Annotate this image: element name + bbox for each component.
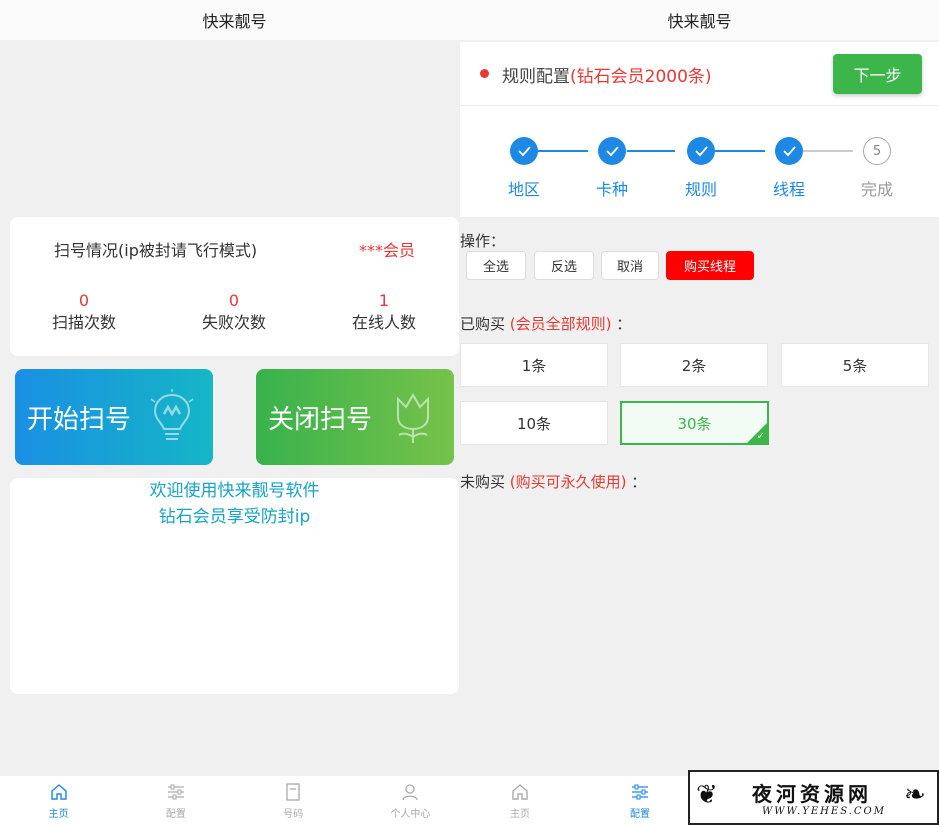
step-connector [803,150,853,152]
scan-status-card: 扫号情况(ip被封请飞行模式) ***会员 0 扫描次数 0 失败次数 1 在线… [10,217,459,356]
option-10[interactable]: 10条 [460,401,608,445]
app-title-bar: 快来靓号 [460,0,939,40]
step-label-region[interactable]: 地区 [494,176,554,200]
invert-selection-button[interactable]: 反选 [534,251,594,280]
step-connector [627,150,675,152]
nav-home[interactable]: 主页 [0,776,117,825]
document-icon [286,782,300,801]
user-icon [402,783,419,800]
watermark-title: 夜河资源网 [752,782,872,806]
option-30-selected[interactable]: 30条 ✓ [620,401,769,445]
nav-label: 配置 [165,808,186,820]
config-screen: 快来靓号 规则配置(钻石会员2000条) 下一步 5 地区 卡种 规则 线程 完… [460,0,939,825]
unpurchased-label: 未购买 (购买可永久使用) ： [460,471,646,492]
stat-fail-count: 0 失败次数 [174,291,294,335]
nav-home[interactable]: 主页 [460,776,580,825]
stat-value: 0 [78,291,90,310]
cancel-button[interactable]: 取消 [601,251,659,280]
red-dot-icon [480,69,489,78]
start-scan-button[interactable]: 开始扫号 [15,369,213,465]
operations-label: 操作： [460,232,506,250]
app-title: 快来靓号 [202,12,267,31]
step-number: 5 [863,137,891,165]
rule-config-title: 规则配置(钻石会员2000条) [502,62,712,87]
bottom-nav: 主页 配置 号码 个人中心 [0,776,469,825]
rule-title-highlight: (钻石会员2000条) [570,67,712,87]
option-5[interactable]: 5条 [781,343,929,387]
step-check-icon [775,137,803,165]
purchased-label: 已购买 (会员全部规则) ： [460,313,631,334]
step-connector [538,150,588,152]
stat-value: 0 [228,291,240,310]
stop-scan-button[interactable]: 关闭扫号 [256,369,454,465]
next-step-button[interactable]: 下一步 [833,54,922,94]
rule-title-text: 规则配置 [502,67,570,87]
stop-scan-label: 关闭扫号 [268,404,373,435]
unpurchased-suffix: ： [631,473,647,491]
stat-label: 在线人数 [351,313,416,332]
purchased-suffix: ： [616,315,632,333]
swirl-ornament-icon: ❦ [696,780,718,810]
option-2[interactable]: 2条 [620,343,768,387]
member-badge: ***会员 [358,241,415,260]
step-label-threads[interactable]: 线程 [759,176,819,200]
lightbulb-icon [150,389,194,440]
step-check-icon [510,137,538,165]
app-title: 快来靓号 [667,12,732,31]
unpurchased-highlight: (购买可永久使用) [509,473,627,491]
buy-threads-button[interactable]: 购买线程 [666,251,754,280]
nav-label: 配置 [630,808,650,820]
purchased-text: 已购买 [460,315,506,333]
nav-config[interactable]: 配置 [117,776,234,825]
welcome-text: 欢迎使用快来靓号软件 [149,481,320,501]
step-label-rules[interactable]: 规则 [671,176,731,200]
nav-label: 号码 [283,808,304,820]
start-scan-label: 开始扫号 [27,404,132,435]
step-connector [715,150,765,152]
step-check-icon [687,137,715,165]
welcome-card: 欢迎使用快来靓号软件 钻石会员享受防封ip [10,478,459,694]
step-label-card-type[interactable]: 卡种 [582,176,642,200]
step-check-icon [598,137,626,165]
watermark-url: WWW.YEHES.COM [762,806,886,817]
progress-steps: 5 地区 卡种 规则 线程 完成 [460,106,939,217]
unpurchased-text: 未购买 [460,473,506,491]
welcome-subtext: 钻石会员享受防封ip [158,507,311,527]
step-label-finish: 完成 [860,180,893,199]
stat-scan-count: 0 扫描次数 [24,291,144,335]
rule-config-header: 规则配置(钻石会员2000条) 下一步 [460,42,939,106]
tulip-icon [397,393,429,443]
nav-label: 个人中心 [390,808,431,820]
swirl-ornament-icon: ❧ [904,780,926,810]
option-1[interactable]: 1条 [460,343,608,387]
check-icon: ✓ [756,431,765,442]
select-all-button[interactable]: 全选 [466,251,526,280]
nav-label: 主页 [48,808,69,820]
sliders-icon [632,784,648,799]
home-screen: 快来靓号 扫号情况(ip被封请飞行模式) ***会员 0 扫描次数 0 失败次数… [0,0,469,825]
nav-profile[interactable]: 个人中心 [352,776,469,825]
stat-online-count: 1 在线人数 [324,291,444,335]
option-label: 30条 [677,414,712,433]
home-icon [50,783,67,800]
nav-numbers[interactable]: 号码 [235,776,352,825]
stat-label: 扫描次数 [51,313,116,332]
app-title-bar: 快来靓号 [0,0,469,40]
stat-value: 1 [378,291,390,310]
home-icon [512,783,528,800]
nav-config[interactable]: 配置 [580,776,700,825]
sliders-icon [167,784,184,799]
stat-label: 失败次数 [201,313,266,332]
nav-label: 主页 [510,808,530,820]
purchased-highlight: (会员全部规则) [509,315,612,333]
site-watermark: ❦ 夜河资源网 WWW.YEHES.COM ❧ [688,770,939,825]
scan-status-title: 扫号情况(ip被封请飞行模式) [54,241,258,260]
